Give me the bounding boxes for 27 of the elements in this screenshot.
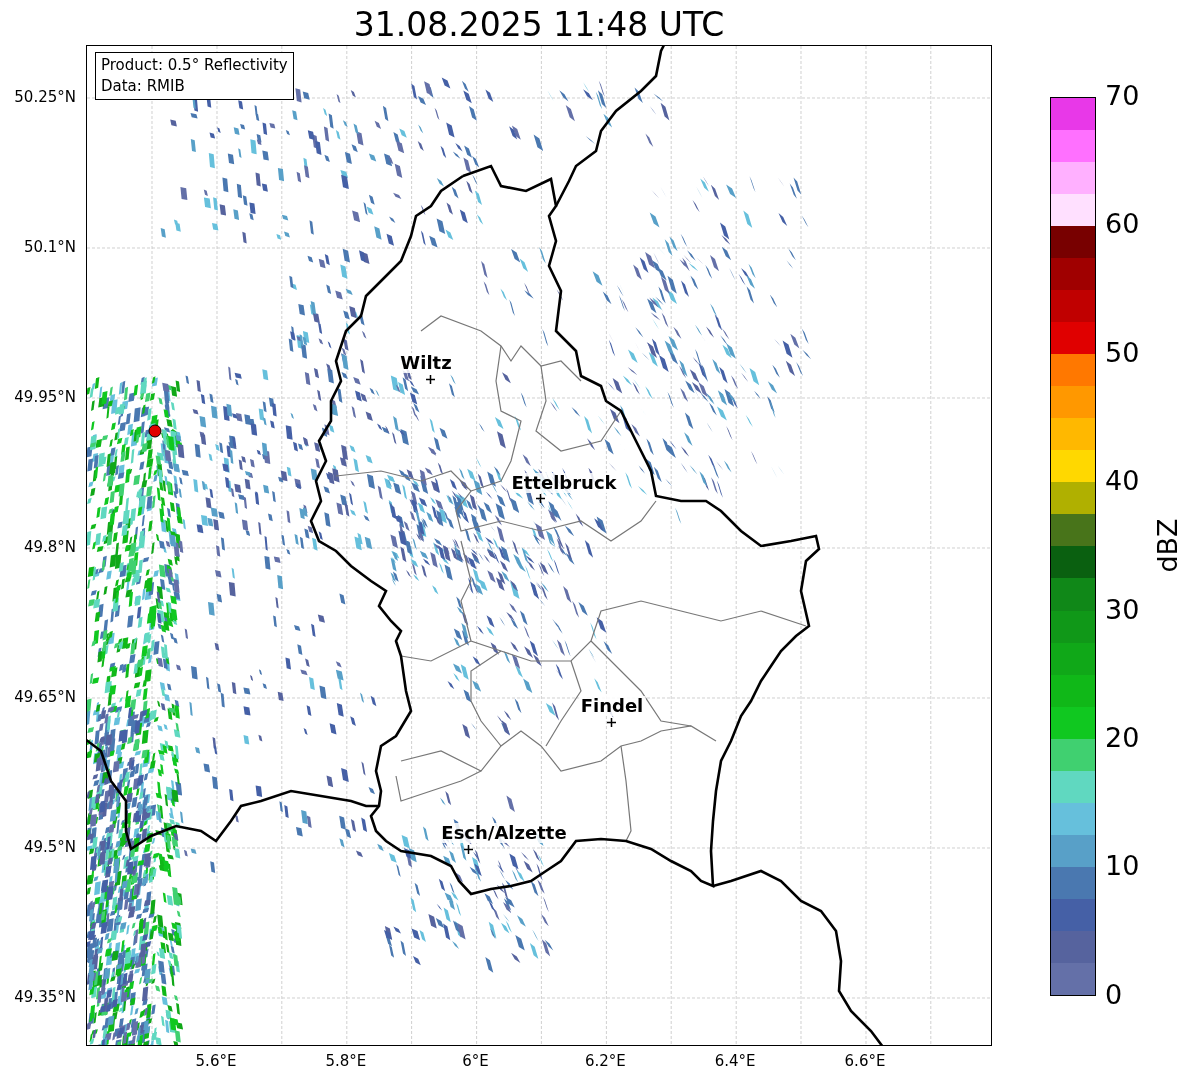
axis-tick-label: 5.6°E <box>195 1052 237 1070</box>
axis-tick-label: 50.1°N <box>23 238 76 256</box>
axis-tick-label: 49.35°N <box>14 988 76 1006</box>
colorbar-tick-label: 70 <box>1105 81 1140 111</box>
legend-box: Product: 0.5° Reflectivity Data: RMIB <box>95 52 294 100</box>
axis-tick-label: 6.2°E <box>584 1052 626 1070</box>
colorbar-tick-label: 20 <box>1105 723 1140 753</box>
city-label: Esch/Alzette <box>439 823 569 843</box>
axis-tick-label: 49.5°N <box>23 838 76 856</box>
axis-tick-label: 49.95°N <box>14 388 76 406</box>
axis-tick-label: 5.8°E <box>325 1052 367 1070</box>
axis-tick-label: 6.4°E <box>714 1052 756 1070</box>
colorbar-tick-label: 30 <box>1105 594 1140 625</box>
colorbar-tick-label: 60 <box>1105 209 1140 240</box>
chart-title: 31.08.2025 11:48 UTC <box>352 4 726 46</box>
axis-tick-label: 6.6°E <box>844 1052 886 1070</box>
city-label: Wiltz <box>398 353 454 373</box>
colorbar-tick-label: 40 <box>1105 466 1140 497</box>
colorbar-label: dBZ <box>1151 518 1183 573</box>
colorbar-tick-label: 0 <box>1105 979 1123 1010</box>
colorbar-tick-label: 10 <box>1105 851 1140 882</box>
axis-tick-label: 6°E <box>462 1052 489 1070</box>
axis-tick-label: 50.25°N <box>14 88 76 106</box>
axis-tick-label: 49.8°N <box>23 538 76 556</box>
colorbar-tick-label: 50 <box>1105 337 1140 368</box>
city-label: Findel <box>578 696 646 716</box>
axis-tick-label: 49.65°N <box>14 688 76 706</box>
